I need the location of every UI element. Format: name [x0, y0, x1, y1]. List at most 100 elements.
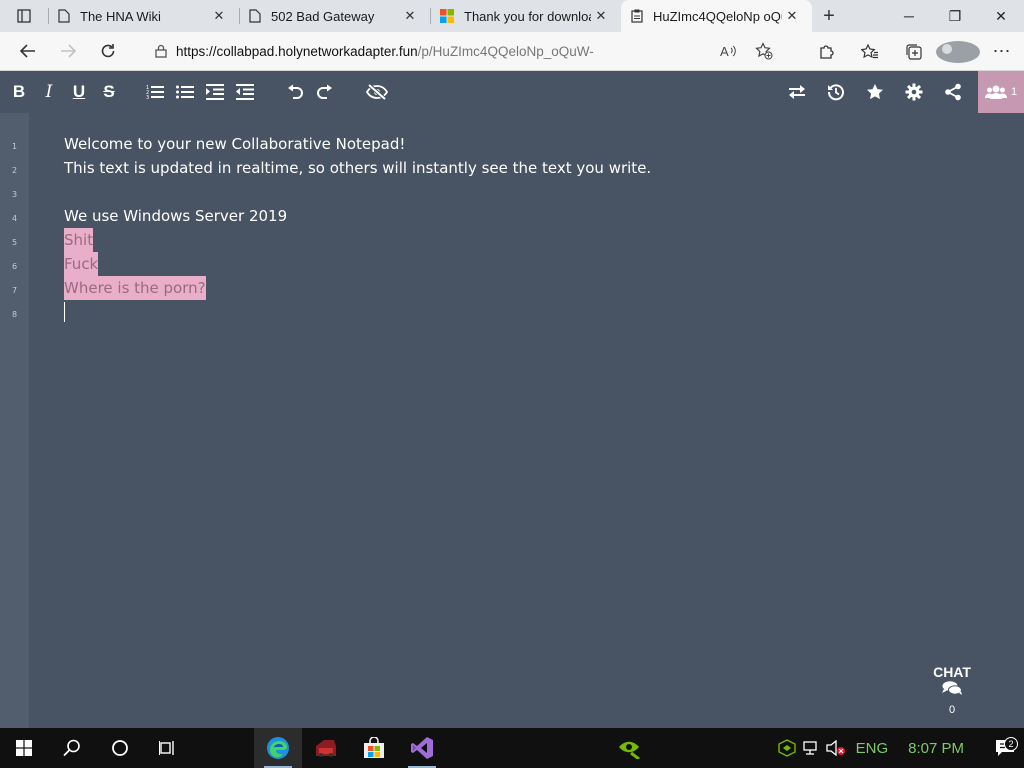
italic-button[interactable]: I: [34, 77, 64, 107]
razer-tray-icon[interactable]: [774, 739, 800, 757]
extensions-icon[interactable]: [804, 44, 848, 60]
taskbar-visual-studio[interactable]: [398, 728, 446, 768]
text-editor[interactable]: Welcome to your new Collaborative Notepa…: [29, 113, 1024, 728]
taskbar-store[interactable]: [350, 728, 398, 768]
indent-button[interactable]: [200, 77, 230, 107]
nvidia-icon: [619, 741, 640, 759]
outdent-button[interactable]: [230, 77, 260, 107]
redo-icon: [317, 84, 332, 99]
hide-authorship-button[interactable]: [362, 77, 392, 107]
close-tab-icon[interactable]: ✕: [782, 8, 802, 24]
users-count: 1: [1010, 86, 1018, 98]
close-tab-icon[interactable]: ✕: [400, 8, 420, 24]
clock[interactable]: 8:07 PM: [896, 740, 986, 757]
underline-button[interactable]: U: [64, 77, 94, 107]
notification-center-button[interactable]: 2: [986, 737, 1024, 757]
back-arrow-icon: [20, 44, 35, 58]
line-number: 4: [11, 214, 18, 223]
outdent-icon: [236, 84, 254, 100]
share-icon: [944, 83, 961, 101]
taskbar-edge[interactable]: [254, 728, 302, 768]
search-icon: [63, 739, 80, 757]
timeslider-button[interactable]: [816, 77, 855, 107]
tab-actions-icon: [17, 9, 31, 23]
settings-button[interactable]: [894, 77, 933, 107]
url-path: /p/HuZImc4QQeloNp_oQuW-: [417, 43, 594, 59]
import-export-button[interactable]: [777, 77, 816, 107]
taskbar-app-red[interactable]: [302, 728, 350, 768]
notification-count: 2: [1004, 737, 1018, 751]
favorites-icon[interactable]: [848, 43, 892, 60]
settings-menu-icon[interactable]: ⋯: [980, 41, 1024, 62]
tray-nvidia[interactable]: [608, 728, 656, 768]
line-number: 6: [11, 262, 18, 271]
tab-collabpad[interactable]: HuZImc4QQeloNp oQu ✕: [621, 0, 812, 32]
line-number-gutter: 1 2 3 4 5 6 7 8: [0, 113, 29, 728]
tab-title: HuZImc4QQeloNp oQu: [653, 8, 782, 24]
task-view-button[interactable]: [144, 728, 192, 768]
collections-icon[interactable]: [892, 43, 936, 61]
language-indicator[interactable]: ENG: [848, 740, 897, 757]
system-tray: ENG 8:07 PM 2: [774, 728, 1024, 768]
volume-muted-icon[interactable]: [824, 740, 848, 756]
text-caret: [64, 302, 65, 322]
strikethrough-button[interactable]: S: [94, 77, 124, 107]
close-tab-icon[interactable]: ✕: [591, 8, 611, 24]
url-field[interactable]: https://collabpad.holynetworkadapter.fun…: [146, 36, 782, 66]
page-icon: [58, 9, 70, 23]
saved-revision-button[interactable]: [855, 77, 894, 107]
editor-line-highlighted[interactable]: Where is the porn?: [64, 276, 206, 300]
line-number: 3: [11, 190, 18, 199]
chat-count: 0: [948, 704, 956, 716]
tab-thank-you[interactable]: Thank you for downloa ✕: [430, 0, 621, 32]
redo-button[interactable]: [310, 77, 340, 107]
tab-hna-wiki[interactable]: The HNA Wiki ✕: [48, 0, 239, 32]
window-controls: ─ ❐ ✕: [886, 0, 1024, 32]
forward-arrow-icon: [61, 44, 76, 58]
ordered-list-button[interactable]: 123: [140, 77, 170, 107]
undo-icon: [288, 84, 303, 99]
browser-toolbar: ⋯: [804, 32, 1024, 71]
share-button[interactable]: [933, 77, 972, 107]
editor-line[interactable]: We use Windows Server 2019: [64, 204, 287, 228]
avatar: [936, 40, 980, 63]
forward-button[interactable]: [48, 33, 88, 69]
restore-icon[interactable]: ❐: [932, 0, 978, 32]
search-button[interactable]: [48, 728, 96, 768]
gear-icon: [905, 83, 922, 101]
cortana-button[interactable]: [96, 728, 144, 768]
back-button[interactable]: [8, 33, 48, 69]
bold-button[interactable]: B: [4, 77, 34, 107]
indent-icon: [206, 84, 224, 100]
editor-line-highlighted[interactable]: Shit: [64, 228, 94, 252]
lock-icon[interactable]: [146, 44, 176, 58]
tab-title: The HNA Wiki: [80, 8, 161, 24]
microsoft-logo-icon: [440, 9, 454, 23]
users-button[interactable]: 1: [978, 71, 1024, 113]
chat-button[interactable]: CHAT 0: [922, 664, 982, 716]
editor-line[interactable]: This text is updated in realtime, so oth…: [64, 156, 651, 180]
line-number: 1: [11, 142, 18, 151]
cortana-circle-icon: [112, 740, 128, 756]
url-host: https://collabpad.holynetworkadapter.fun: [176, 43, 418, 59]
network-icon[interactable]: [800, 740, 824, 756]
read-aloud-icon[interactable]: A: [710, 44, 746, 58]
undo-button[interactable]: [280, 77, 310, 107]
minimize-icon[interactable]: ─: [886, 0, 932, 32]
refresh-button[interactable]: [88, 33, 128, 69]
close-window-icon[interactable]: ✕: [978, 0, 1024, 32]
task-view-icon: [159, 741, 174, 755]
unordered-list-button[interactable]: [170, 77, 200, 107]
tab-actions-button[interactable]: [0, 0, 48, 32]
add-favorite-icon[interactable]: [746, 42, 782, 60]
tab-title: 502 Bad Gateway: [271, 8, 375, 24]
new-tab-button[interactable]: +: [812, 0, 846, 32]
editor-line-highlighted[interactable]: Fuck: [64, 252, 99, 276]
close-tab-icon[interactable]: ✕: [209, 8, 229, 24]
tab-bad-gateway[interactable]: 502 Bad Gateway ✕: [239, 0, 430, 32]
start-button[interactable]: [0, 728, 48, 768]
line-number: 5: [11, 238, 18, 247]
eye-slash-icon: [366, 84, 388, 100]
editor-line[interactable]: Welcome to your new Collaborative Notepa…: [64, 132, 405, 156]
profile-button[interactable]: [936, 40, 980, 63]
